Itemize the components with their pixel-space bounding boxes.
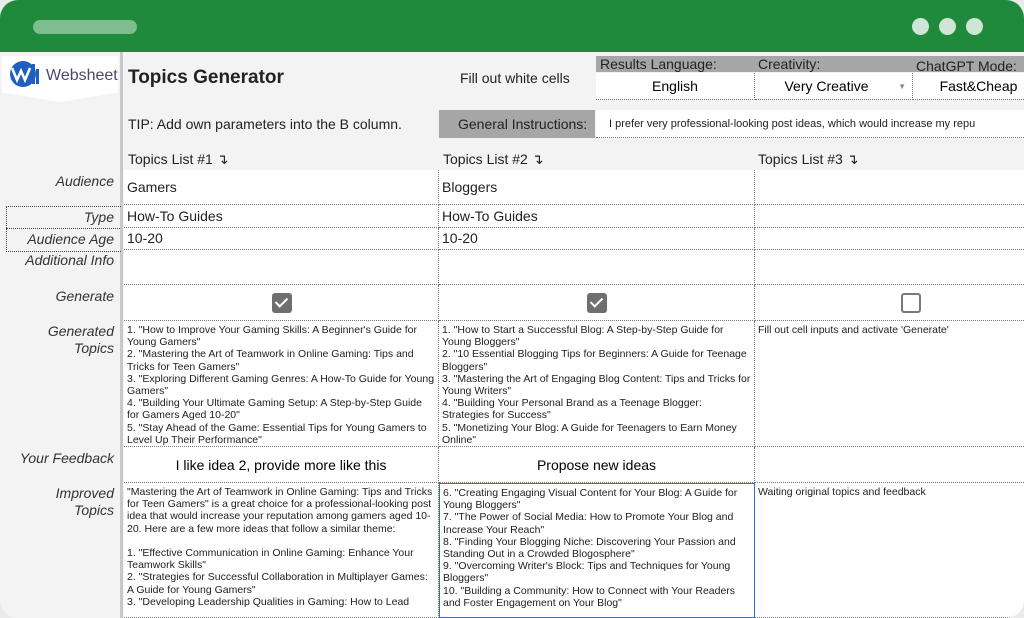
- additional-info-value-3: [755, 250, 1024, 257]
- window-dot-3[interactable]: [966, 18, 983, 35]
- results-language-select[interactable]: English: [596, 73, 755, 100]
- label-feedback: Your Feedback: [19, 450, 114, 466]
- label-additional-info: Additional Info: [25, 252, 114, 268]
- additional-info-input-2[interactable]: [439, 250, 755, 285]
- column-header-2: Topics List #2 ↴: [443, 151, 544, 167]
- age-input-1[interactable]: 10-20: [124, 228, 439, 250]
- spreadsheet: Websheet Audience Type Audience Age Addi…: [0, 52, 1024, 618]
- general-instructions-label-box: General Instructions:: [439, 110, 595, 138]
- improved-topics-text-1: "Mastering the Art of Teamwork in Online…: [127, 486, 433, 608]
- creativity-label: Creativity:: [758, 56, 821, 72]
- generated-topics-text-2: 1. "How to Start a Successful Blog: A St…: [442, 324, 751, 446]
- creativity-select[interactable]: Very Creative ▼: [755, 73, 913, 100]
- results-language-value: English: [652, 78, 698, 94]
- column-header-1: Topics List #1 ↴: [128, 151, 229, 167]
- label-divider: [6, 228, 120, 229]
- type-value-2: How-To Guides: [442, 208, 538, 224]
- feedback-input-3[interactable]: [755, 447, 1024, 483]
- app-window: Websheet Audience Type Audience Age Addi…: [0, 0, 1024, 618]
- audience-input-2[interactable]: Bloggers: [439, 170, 755, 205]
- feedback-input-1[interactable]: I like idea 2, provide more like this: [124, 447, 439, 483]
- label-type: Type: [83, 209, 114, 225]
- general-instructions-input[interactable]: I prefer very professional-looking post …: [596, 110, 1024, 138]
- mode-value: Fast&Cheap: [939, 78, 1018, 94]
- generated-topics-2: 1. "How to Start a Successful Blog: A St…: [439, 321, 755, 447]
- type-value-3: [755, 205, 1024, 212]
- improved-topics-text-2: 6. "Creating Engaging Visual Content for…: [443, 487, 738, 609]
- feedback-value-1: I like idea 2, provide more like this: [175, 457, 387, 473]
- improved-topics-1: "Mastering the Art of Teamwork in Online…: [124, 483, 439, 618]
- tip-text: TIP: Add own parameters into the B colum…: [128, 116, 402, 132]
- age-value-3: [755, 228, 1024, 235]
- websheet-logo: Websheet: [2, 56, 118, 102]
- generate-checkbox-3[interactable]: [901, 293, 921, 313]
- improved-topics-2-selected[interactable]: 6. "Creating Engaging Visual Content for…: [439, 483, 755, 618]
- label-improved-topics: Topics: [74, 502, 114, 518]
- chevron-down-icon: ▼: [898, 82, 906, 91]
- additional-info-value-2: [439, 250, 754, 257]
- generated-topics-text-1: 1. "How to Improve Your Gaming Skills: A…: [127, 324, 435, 446]
- type-input-3[interactable]: [755, 205, 1024, 228]
- generated-topics-3: Fill out cell inputs and activate 'Gener…: [755, 321, 1024, 447]
- column-header-3: Topics List #3 ↴: [758, 151, 859, 167]
- logo-text: Websheet: [46, 67, 118, 84]
- generate-cell-3: [755, 285, 1024, 321]
- audience-value-1: Gamers: [127, 179, 177, 195]
- age-input-2[interactable]: 10-20: [439, 228, 755, 250]
- creativity-value: Very Creative: [784, 78, 869, 94]
- general-instructions-value: I prefer very professional-looking post …: [609, 118, 976, 130]
- feedback-value-3: [755, 447, 1024, 457]
- improved-topics-text-3: Waiting original topics and feedback: [758, 486, 926, 498]
- label-generated-topics: Topics: [74, 340, 114, 356]
- feedback-input-2[interactable]: Propose new ideas: [439, 447, 755, 483]
- websheet-logo-icon: [10, 61, 39, 87]
- mode-label: ChatGPT Mode:: [916, 58, 1017, 74]
- audience-input-3[interactable]: [755, 170, 1024, 205]
- generate-cell-1: [124, 285, 439, 321]
- fill-hint: Fill out white cells: [460, 70, 570, 86]
- type-input-2[interactable]: How-To Guides: [439, 205, 755, 228]
- mode-select[interactable]: Fast&Cheap: [913, 73, 1024, 100]
- page-title: Topics Generator: [128, 67, 284, 88]
- type-input-1[interactable]: How-To Guides: [124, 205, 439, 228]
- type-value-1: How-To Guides: [127, 208, 223, 224]
- generate-checkbox-2[interactable]: [587, 293, 607, 313]
- age-input-3[interactable]: [755, 228, 1024, 250]
- audience-value-2: Bloggers: [442, 179, 498, 195]
- audience-value-3: [755, 170, 1024, 177]
- improved-topics-3: Waiting original topics and feedback: [755, 483, 1024, 618]
- label-audience-age: Audience Age: [27, 231, 114, 247]
- age-value-2: 10-20: [442, 230, 478, 246]
- label-improved: Improved: [55, 485, 114, 501]
- audience-input-1[interactable]: Gamers: [124, 170, 439, 205]
- address-pill: [33, 20, 137, 34]
- title-bar: [0, 0, 1024, 52]
- window-dot-1[interactable]: [912, 18, 929, 35]
- label-audience: Audience: [55, 173, 114, 189]
- results-language-label: Results Language:: [600, 56, 717, 72]
- label-column: Websheet Audience Type Audience Age Addi…: [0, 52, 123, 618]
- window-dot-2[interactable]: [939, 18, 956, 35]
- general-instructions-label: General Instructions:: [458, 116, 588, 132]
- generate-checkbox-1[interactable]: [272, 293, 292, 313]
- label-generated: Generated: [47, 323, 114, 339]
- generate-cell-2: [439, 285, 755, 321]
- additional-info-value-1: [124, 250, 438, 257]
- label-generate: Generate: [55, 288, 114, 304]
- generated-topics-text-3: Fill out cell inputs and activate 'Gener…: [758, 324, 949, 336]
- additional-info-input-3[interactable]: [755, 250, 1024, 285]
- age-value-1: 10-20: [127, 230, 163, 246]
- generated-topics-1: 1. "How to Improve Your Gaming Skills: A…: [124, 321, 439, 447]
- feedback-value-2: Propose new ideas: [536, 457, 657, 473]
- additional-info-input-1[interactable]: [124, 250, 439, 285]
